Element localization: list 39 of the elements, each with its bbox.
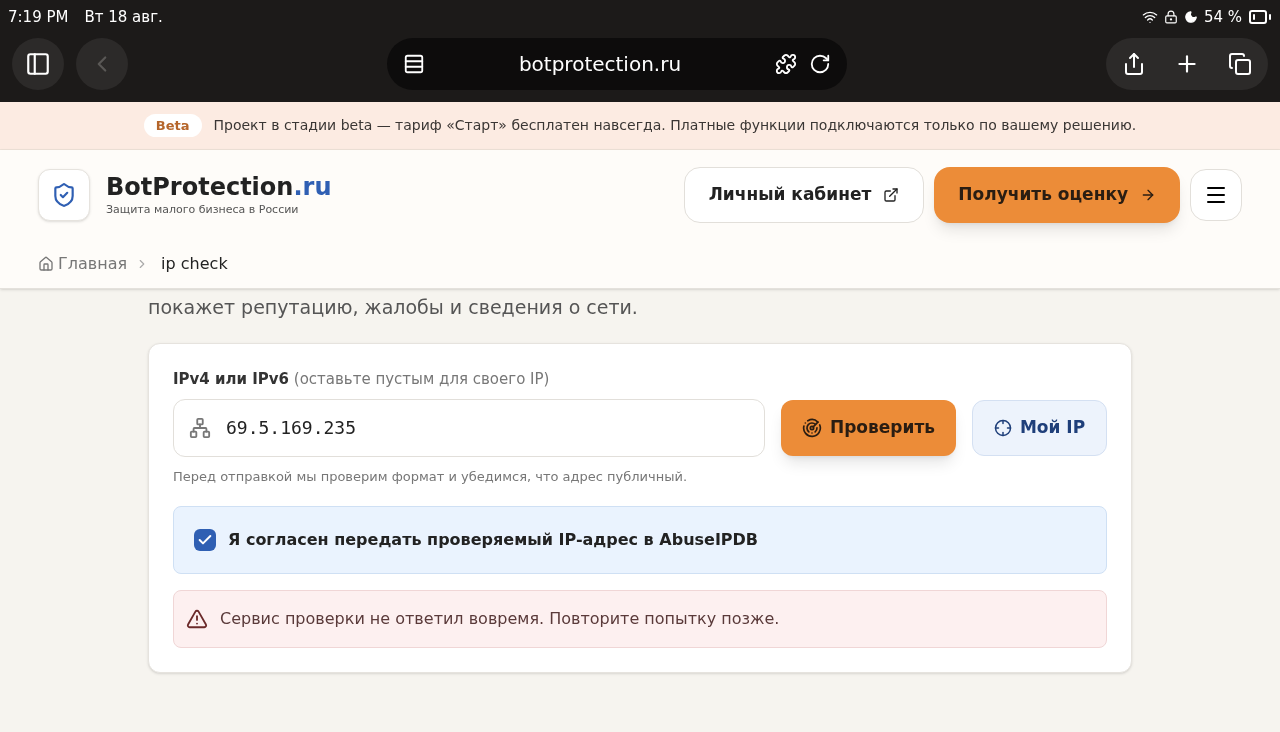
address-bar[interactable]: botprotection.ru bbox=[387, 38, 847, 90]
share-icon[interactable] bbox=[1122, 52, 1146, 76]
tabs-icon[interactable] bbox=[1228, 52, 1252, 76]
moon-icon bbox=[1183, 10, 1198, 24]
my-ip-button[interactable]: Мой IP bbox=[972, 399, 1107, 456]
sidebar-icon bbox=[25, 51, 51, 77]
shield-icon bbox=[51, 182, 77, 208]
battery-percent: 54 % bbox=[1203, 6, 1242, 28]
check-button[interactable]: Проверить bbox=[781, 399, 956, 456]
reader-icon[interactable] bbox=[403, 53, 425, 75]
crosshair-icon bbox=[993, 418, 1012, 437]
warning-icon bbox=[186, 608, 208, 630]
brand-name: BotProtection.ru bbox=[106, 171, 332, 202]
get-estimate-button[interactable]: Получить оценку bbox=[934, 167, 1180, 223]
error-text: Сервис проверки не ответил вовремя. Повторите попытку позже. bbox=[220, 608, 780, 630]
external-link-icon bbox=[883, 187, 900, 203]
status-time: 7:19 PM bbox=[8, 6, 69, 28]
menu-button[interactable] bbox=[1190, 169, 1242, 221]
banner-text: Проект в стадии beta — тариф «Старт» бесплатен навсегда. Платные функции подключаются только по вашему решению. bbox=[213, 116, 1137, 135]
consent-label: Я согласен передать проверяемый IP-адрес в AbuseIPDB bbox=[228, 529, 759, 551]
wifi-icon bbox=[1141, 9, 1158, 25]
field-label: IPv4 или IPv6 (оставьте пустым для своего IP) bbox=[173, 369, 551, 390]
account-button[interactable]: Личный кабинет bbox=[683, 167, 925, 223]
breadcrumb-link[interactable]: Главная bbox=[38, 252, 128, 276]
help-text: Перед отправкой мы проверим формат и убедимся, что адрес публичный. bbox=[173, 467, 689, 486]
sidebar-button[interactable] bbox=[12, 38, 64, 90]
radar-icon bbox=[801, 417, 822, 438]
home-icon bbox=[38, 256, 54, 272]
reload-icon[interactable] bbox=[809, 53, 831, 75]
brand-tagline: Защита малого бизнеса в России bbox=[106, 201, 300, 218]
status-date: Вт 18 авг. bbox=[84, 6, 163, 28]
beta-badge: Beta bbox=[143, 113, 202, 138]
network-icon bbox=[189, 416, 211, 439]
intro-text: покажет репутацию, жалобы и сведения о сети. bbox=[148, 295, 639, 320]
breadcrumb-current: ip check bbox=[161, 253, 228, 275]
ip-input-field[interactable]: 69.5.169.235 bbox=[173, 398, 765, 457]
extension-icon[interactable] bbox=[775, 53, 797, 75]
consent-checkbox[interactable] bbox=[194, 529, 216, 551]
arrow-right-icon bbox=[1140, 187, 1156, 203]
